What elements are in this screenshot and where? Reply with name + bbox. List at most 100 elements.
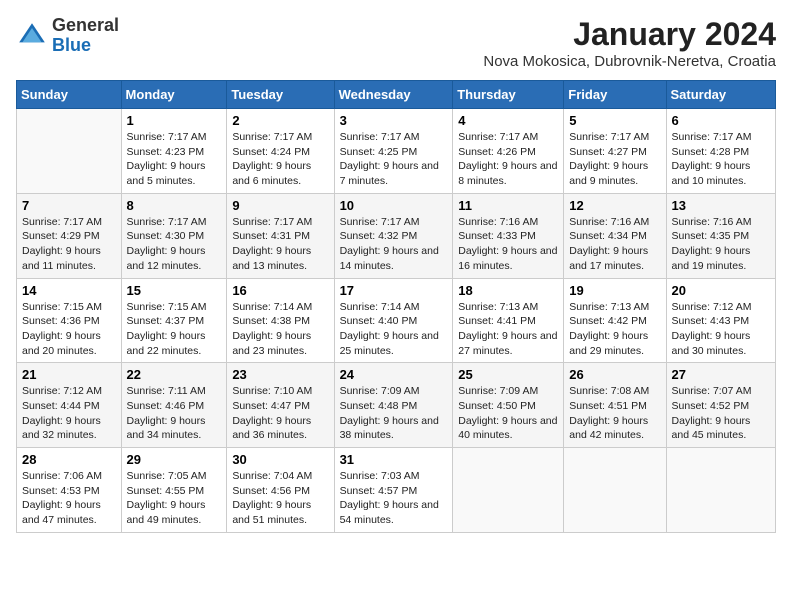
calendar-cell: 13 Sunrise: 7:16 AMSunset: 4:35 PMDayligh… <box>666 193 775 278</box>
logo: General Blue <box>16 16 119 56</box>
calendar-cell <box>564 448 666 533</box>
day-number: 21 <box>22 367 116 382</box>
day-number: 31 <box>340 452 448 467</box>
cell-details: Sunrise: 7:16 AMSunset: 4:35 PMDaylight:… <box>672 215 770 274</box>
calendar-cell: 10Sunrise: 7:17 AMSunset: 4:32 PMDayligh… <box>334 193 453 278</box>
day-number: 16 <box>232 283 328 298</box>
cell-details: Sunrise: 7:11 AMSunset: 4:46 PMDaylight:… <box>127 384 222 443</box>
calendar-cell: 8Sunrise: 7:17 AMSunset: 4:30 PMDaylight… <box>121 193 227 278</box>
day-number: 23 <box>232 367 328 382</box>
logo-text: General Blue <box>52 16 119 56</box>
cell-details: Sunrise: 7:17 AMSunset: 4:26 PMDaylight:… <box>458 130 558 189</box>
cell-details: Sunrise: 7:09 AMSunset: 4:48 PMDaylight:… <box>340 384 448 443</box>
calendar-week-3: 14 Sunrise: 7:15 AMSunset: 4:36 PMDayligh… <box>17 278 776 363</box>
day-number: 2 <box>232 113 328 128</box>
day-number: 12 <box>569 198 660 213</box>
day-header-friday: Friday <box>564 81 666 109</box>
calendar-cell: 15 Sunrise: 7:15 AMSunset: 4:37 PMDayligh… <box>121 278 227 363</box>
cell-details: Sunrise: 7:14 AMSunset: 4:40 PMDaylight:… <box>340 300 448 359</box>
day-number: 1 <box>127 113 222 128</box>
cell-details: Sunrise: 7:15 AMSunset: 4:36 PMDaylight:… <box>22 300 116 359</box>
cell-details: Sunrise: 7:07 AMSunset: 4:52 PMDaylight:… <box>672 384 770 443</box>
cell-details: Sunrise: 7:16 AMSunset: 4:34 PMDaylight:… <box>569 215 660 274</box>
cell-details: Sunrise: 7:17 AMSunset: 4:30 PMDaylight:… <box>127 215 222 274</box>
calendar-cell: 17Sunrise: 7:14 AMSunset: 4:40 PMDayligh… <box>334 278 453 363</box>
cell-details: Sunrise: 7:13 AMSunset: 4:41 PMDaylight:… <box>458 300 558 359</box>
cell-details: Sunrise: 7:17 AMSunset: 4:24 PMDaylight:… <box>232 130 328 189</box>
calendar-cell <box>17 109 122 194</box>
cell-details: Sunrise: 7:16 AMSunset: 4:33 PMDaylight:… <box>458 215 558 274</box>
cell-details: Sunrise: 7:10 AMSunset: 4:47 PMDaylight:… <box>232 384 328 443</box>
calendar-cell: 27 Sunrise: 7:07 AMSunset: 4:52 PMDayligh… <box>666 363 775 448</box>
day-number: 24 <box>340 367 448 382</box>
cell-details: Sunrise: 7:12 AMSunset: 4:44 PMDaylight:… <box>22 384 116 443</box>
day-header-wednesday: Wednesday <box>334 81 453 109</box>
day-header-saturday: Saturday <box>666 81 775 109</box>
cell-details: Sunrise: 7:17 AMSunset: 4:25 PMDaylight:… <box>340 130 448 189</box>
day-header-tuesday: Tuesday <box>227 81 334 109</box>
cell-details: Sunrise: 7:17 AMSunset: 4:29 PMDaylight:… <box>22 215 116 274</box>
calendar-cell: 1 Sunrise: 7:17 AMSunset: 4:23 PMDaylight… <box>121 109 227 194</box>
day-number: 9 <box>232 198 328 213</box>
day-number: 6 <box>672 113 770 128</box>
calendar-cell <box>666 448 775 533</box>
day-number: 7 <box>22 198 116 213</box>
page-subtitle: Nova Mokosica, Dubrovnik-Neretva, Croati… <box>483 53 776 70</box>
day-number: 22 <box>127 367 222 382</box>
cell-details: Sunrise: 7:05 AMSunset: 4:55 PMDaylight:… <box>127 469 222 528</box>
day-number: 14 <box>22 283 116 298</box>
day-number: 3 <box>340 113 448 128</box>
day-number: 26 <box>569 367 660 382</box>
calendar-cell: 11 Sunrise: 7:16 AMSunset: 4:33 PMDayligh… <box>453 193 564 278</box>
calendar-week-1: 1 Sunrise: 7:17 AMSunset: 4:23 PMDaylight… <box>17 109 776 194</box>
calendar-cell: 14 Sunrise: 7:15 AMSunset: 4:36 PMDayligh… <box>17 278 122 363</box>
day-number: 28 <box>22 452 116 467</box>
day-number: 4 <box>458 113 558 128</box>
page-header: General Blue January 2024 Nova Mokosica,… <box>16 16 776 70</box>
calendar-cell: 3 Sunrise: 7:17 AMSunset: 4:25 PMDaylight… <box>334 109 453 194</box>
cell-details: Sunrise: 7:09 AMSunset: 4:50 PMDaylight:… <box>458 384 558 443</box>
day-number: 29 <box>127 452 222 467</box>
day-number: 19 <box>569 283 660 298</box>
day-number: 13 <box>672 198 770 213</box>
cell-details: Sunrise: 7:17 AMSunset: 4:31 PMDaylight:… <box>232 215 328 274</box>
calendar-cell: 21 Sunrise: 7:12 AMSunset: 4:44 PMDayligh… <box>17 363 122 448</box>
calendar-week-5: 28 Sunrise: 7:06 AMSunset: 4:53 PMDayligh… <box>17 448 776 533</box>
day-number: 11 <box>458 198 558 213</box>
calendar-table: SundayMondayTuesdayWednesdayThursdayFrid… <box>16 80 776 533</box>
calendar-week-2: 7 Sunrise: 7:17 AMSunset: 4:29 PMDaylight… <box>17 193 776 278</box>
day-number: 10 <box>340 198 448 213</box>
day-number: 27 <box>672 367 770 382</box>
day-number: 15 <box>127 283 222 298</box>
day-number: 18 <box>458 283 558 298</box>
calendar-cell: 30Sunrise: 7:04 AMSunset: 4:56 PMDayligh… <box>227 448 334 533</box>
page-title: January 2024 <box>483 16 776 53</box>
calendar-cell: 26 Sunrise: 7:08 AMSunset: 4:51 PMDayligh… <box>564 363 666 448</box>
calendar-week-4: 21 Sunrise: 7:12 AMSunset: 4:44 PMDayligh… <box>17 363 776 448</box>
cell-details: Sunrise: 7:06 AMSunset: 4:53 PMDaylight:… <box>22 469 116 528</box>
day-number: 30 <box>232 452 328 467</box>
cell-details: Sunrise: 7:17 AMSunset: 4:28 PMDaylight:… <box>672 130 770 189</box>
calendar-cell <box>453 448 564 533</box>
calendar-cell: 16Sunrise: 7:14 AMSunset: 4:38 PMDayligh… <box>227 278 334 363</box>
cell-details: Sunrise: 7:17 AMSunset: 4:23 PMDaylight:… <box>127 130 222 189</box>
header-row: SundayMondayTuesdayWednesdayThursdayFrid… <box>17 81 776 109</box>
calendar-cell: 6 Sunrise: 7:17 AMSunset: 4:28 PMDaylight… <box>666 109 775 194</box>
day-number: 5 <box>569 113 660 128</box>
calendar-cell: 24 Sunrise: 7:09 AMSunset: 4:48 PMDayligh… <box>334 363 453 448</box>
day-number: 25 <box>458 367 558 382</box>
calendar-cell: 9 Sunrise: 7:17 AMSunset: 4:31 PMDaylight… <box>227 193 334 278</box>
logo-icon <box>16 20 48 52</box>
cell-details: Sunrise: 7:15 AMSunset: 4:37 PMDaylight:… <box>127 300 222 359</box>
cell-details: Sunrise: 7:08 AMSunset: 4:51 PMDaylight:… <box>569 384 660 443</box>
calendar-cell: 4 Sunrise: 7:17 AMSunset: 4:26 PMDaylight… <box>453 109 564 194</box>
day-header-thursday: Thursday <box>453 81 564 109</box>
calendar-cell: 29 Sunrise: 7:05 AMSunset: 4:55 PMDayligh… <box>121 448 227 533</box>
calendar-cell: 25 Sunrise: 7:09 AMSunset: 4:50 PMDayligh… <box>453 363 564 448</box>
cell-details: Sunrise: 7:12 AMSunset: 4:43 PMDaylight:… <box>672 300 770 359</box>
cell-details: Sunrise: 7:03 AMSunset: 4:57 PMDaylight:… <box>340 469 448 528</box>
calendar-cell: 31 Sunrise: 7:03 AMSunset: 4:57 PMDayligh… <box>334 448 453 533</box>
title-block: January 2024 Nova Mokosica, Dubrovnik-Ne… <box>483 16 776 70</box>
cell-details: Sunrise: 7:17 AMSunset: 4:27 PMDaylight:… <box>569 130 660 189</box>
cell-details: Sunrise: 7:13 AMSunset: 4:42 PMDaylight:… <box>569 300 660 359</box>
